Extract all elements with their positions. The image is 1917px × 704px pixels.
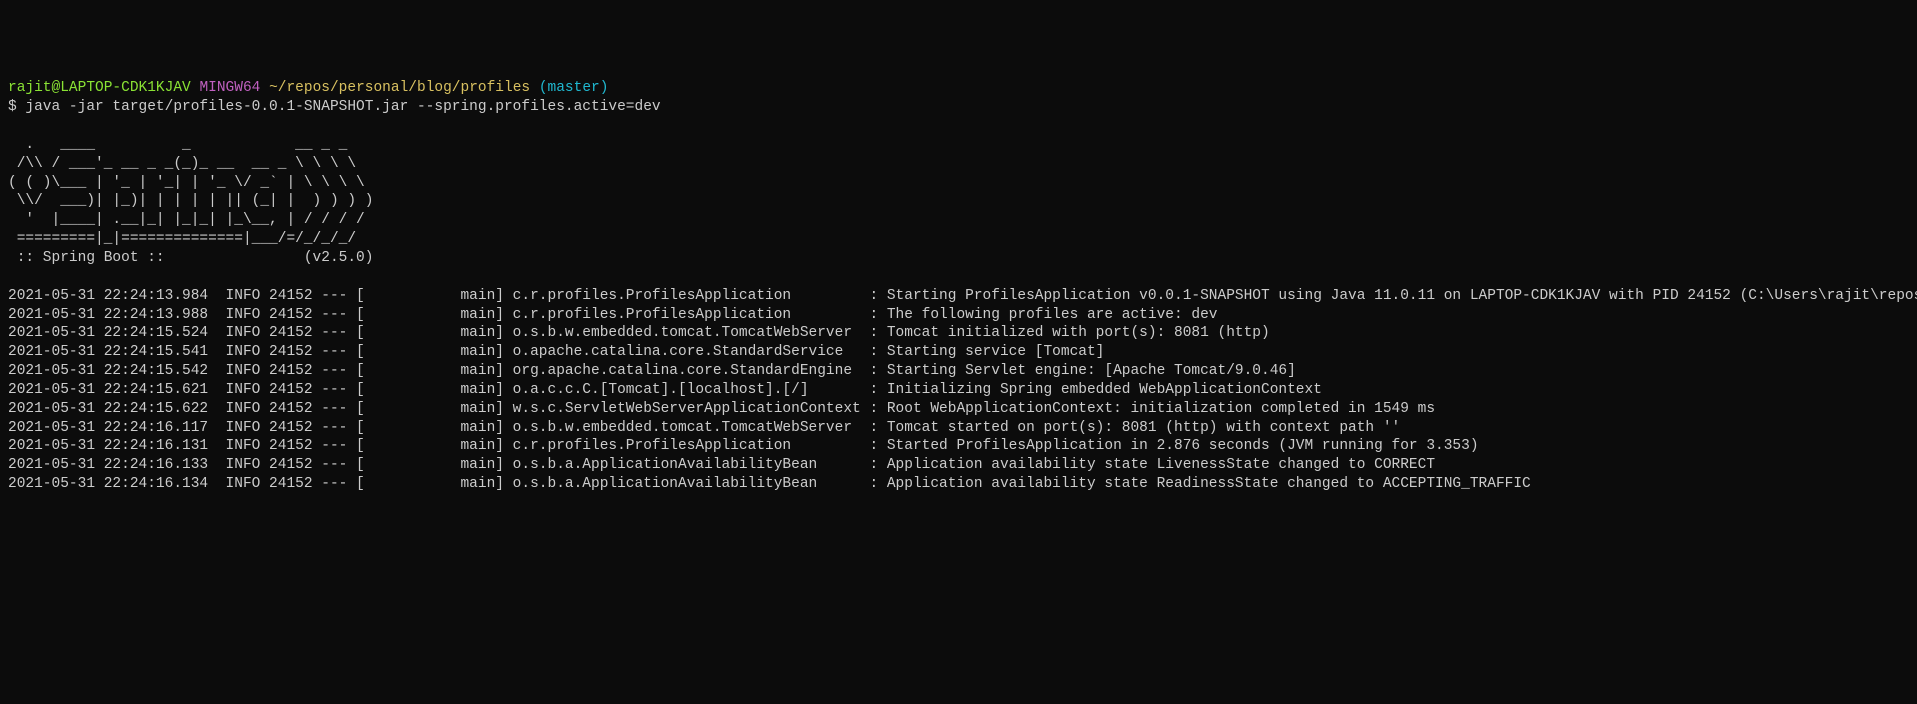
log-entry: 2021-05-31 22:24:15.541 INFO 24152 --- [… [8,344,1104,360]
log-entry: 2021-05-31 22:24:15.542 INFO 24152 --- [… [8,363,1296,379]
command-line: $ java -jar target/profiles-0.0.1-SNAPSH… [8,99,661,115]
banner-line: =========|_|==============|___/=/_/_/_/ [8,231,356,247]
prompt-user-host: rajit@LAPTOP-CDK1KJAV [8,80,191,96]
banner-line: \\/ ___)| |_)| | | | | || (_| | ) ) ) ) [8,193,373,209]
prompt-path: ~/repos/personal/blog/profiles [269,80,530,96]
command-text: java -jar target/profiles-0.0.1-SNAPSHOT… [25,99,660,115]
log-entry: 2021-05-31 22:24:15.622 INFO 24152 --- [… [8,401,1435,417]
log-entry: 2021-05-31 22:24:16.117 INFO 24152 --- [… [8,420,1400,436]
spring-boot-banner: . ____ _ __ _ _ /\\ / ___'_ __ _ _(_)_ _… [8,137,373,266]
banner-line: /\\ / ___'_ __ _ _(_)_ __ __ _ \ \ \ \ [8,156,356,172]
banner-line: ' |____| .__|_| |_|_| |_\__, | / / / / [8,212,365,228]
log-entry: 2021-05-31 22:24:16.134 INFO 24152 --- [… [8,476,1531,492]
banner-line: :: Spring Boot :: (v2.5.0) [8,250,373,266]
log-entry: 2021-05-31 22:24:15.524 INFO 24152 --- [… [8,325,1270,341]
prompt-dollar: $ [8,99,17,115]
log-entry: 2021-05-31 22:24:16.133 INFO 24152 --- [… [8,457,1435,473]
log-entry: 2021-05-31 22:24:16.131 INFO 24152 --- [… [8,438,1479,454]
log-entry: 2021-05-31 22:24:15.621 INFO 24152 --- [… [8,382,1322,398]
prompt-shell: MINGW64 [199,80,260,96]
banner-line: ( ( )\___ | '_ | '_| | '_ \/ _` | \ \ \ … [8,175,365,191]
prompt-branch: (master) [539,80,609,96]
banner-line: . ____ _ __ _ _ [8,137,347,153]
log-entry: 2021-05-31 22:24:13.988 INFO 24152 --- [… [8,307,1218,323]
prompt-line: rajit@LAPTOP-CDK1KJAV MINGW64 ~/repos/pe… [8,80,608,96]
log-entry: 2021-05-31 22:24:13.984 INFO 24152 --- [… [8,288,1917,304]
terminal-output[interactable]: rajit@LAPTOP-CDK1KJAV MINGW64 ~/repos/pe… [8,79,1909,494]
